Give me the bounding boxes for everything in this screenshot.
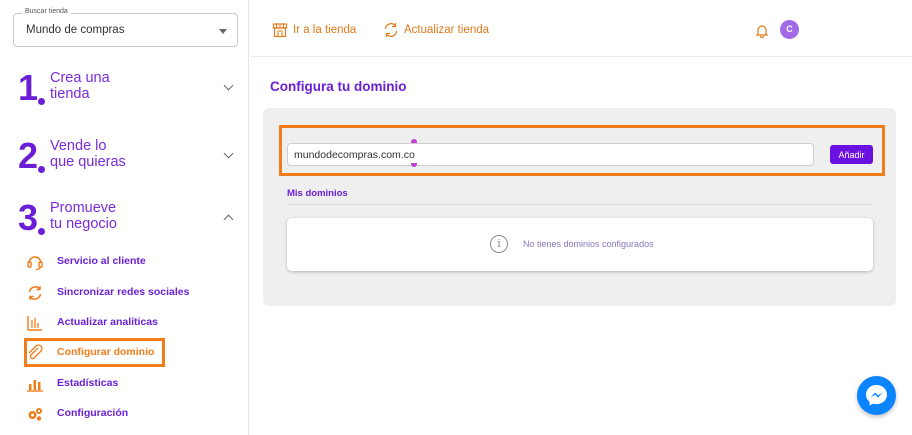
menu-highlight-box (24, 338, 165, 367)
menu-item-label: Estadísticas (57, 377, 119, 389)
step-sell[interactable]: 2 Vende lo que quieras (18, 136, 240, 184)
menu-item-update-analytics[interactable]: Actualizar analíticas (26, 312, 236, 334)
step-label: Vende lo que quieras (50, 138, 200, 170)
step-label: Promueve tu negocio (50, 200, 200, 232)
step-dot (38, 166, 45, 173)
step-label: Crea una tienda (50, 70, 200, 102)
store-search-select[interactable]: Buscar tienda Mundo de compras (13, 8, 238, 47)
menu-item-sync-social[interactable]: Sincronizar redes sociales (26, 282, 236, 304)
update-store-label: Actualizar tienda (404, 24, 490, 36)
step-label-line1: Promueve (50, 200, 117, 216)
menu-item-settings[interactable]: Configuración (26, 403, 236, 425)
chevron-up-icon (223, 214, 234, 225)
step-label-line1: Crea una (50, 70, 110, 86)
step-number: 2 (18, 135, 39, 176)
step-dot (38, 98, 45, 105)
bell-icon[interactable] (755, 24, 769, 38)
dropdown-caret-icon (219, 29, 227, 34)
store-search-legend: Buscar tienda (22, 8, 71, 15)
step-label-line1: Vende lo (50, 138, 107, 154)
update-store-link[interactable]: Actualizar tienda (383, 22, 503, 40)
empty-domains-message: No tienes dominios configurados (523, 239, 654, 249)
step-label-line2: que quieras (50, 154, 126, 170)
analytics-icon (27, 316, 42, 331)
step-label-line2: tienda (50, 86, 90, 102)
messenger-chat-button[interactable] (857, 376, 896, 415)
store-select-value: Mundo de compras (26, 24, 125, 36)
go-to-store-link[interactable]: Ir a la tienda (272, 22, 382, 40)
go-to-store-label: Ir a la tienda (293, 24, 357, 36)
storefront-icon (272, 23, 288, 38)
step-label-line2: tu negocio (50, 216, 117, 232)
domain-highlight-box (279, 125, 885, 176)
chevron-down-icon (223, 80, 234, 91)
page-title: Configura tu dominio (270, 79, 407, 94)
gears-icon (28, 408, 42, 421)
top-bar: Ir a la tienda Actualizar tienda C (250, 0, 912, 57)
empty-domains-card: i No tienes dominios configurados (287, 218, 873, 271)
menu-item-statistics[interactable]: Estadísticas (26, 373, 236, 395)
refresh-icon (384, 23, 398, 37)
headset-icon (27, 256, 43, 271)
bar-chart-icon (27, 380, 43, 392)
avatar[interactable]: C (780, 20, 799, 39)
menu-item-label: Sincronizar redes sociales (57, 286, 190, 298)
menu-item-label: Servicio al cliente (57, 255, 146, 267)
sync-icon (28, 286, 42, 300)
step-number: 1 (18, 67, 39, 108)
divider (287, 204, 873, 205)
menu-item-label: Configuración (57, 407, 129, 419)
menu-item-customer-service[interactable]: Servicio al cliente (26, 251, 236, 273)
messenger-icon (866, 385, 887, 406)
step-promote[interactable]: 3 Promueve tu negocio (18, 198, 240, 246)
menu-item-label: Actualizar analíticas (57, 316, 158, 328)
step-dot (38, 228, 45, 235)
step-create-store[interactable]: 1 Crea una tienda (18, 68, 240, 116)
info-icon: i (490, 235, 508, 253)
chevron-down-icon (223, 148, 234, 159)
sidebar: Buscar tienda Mundo de compras 1 Crea un… (0, 0, 249, 435)
step-number: 3 (18, 197, 39, 238)
my-domains-label: Mis dominios (287, 188, 348, 199)
